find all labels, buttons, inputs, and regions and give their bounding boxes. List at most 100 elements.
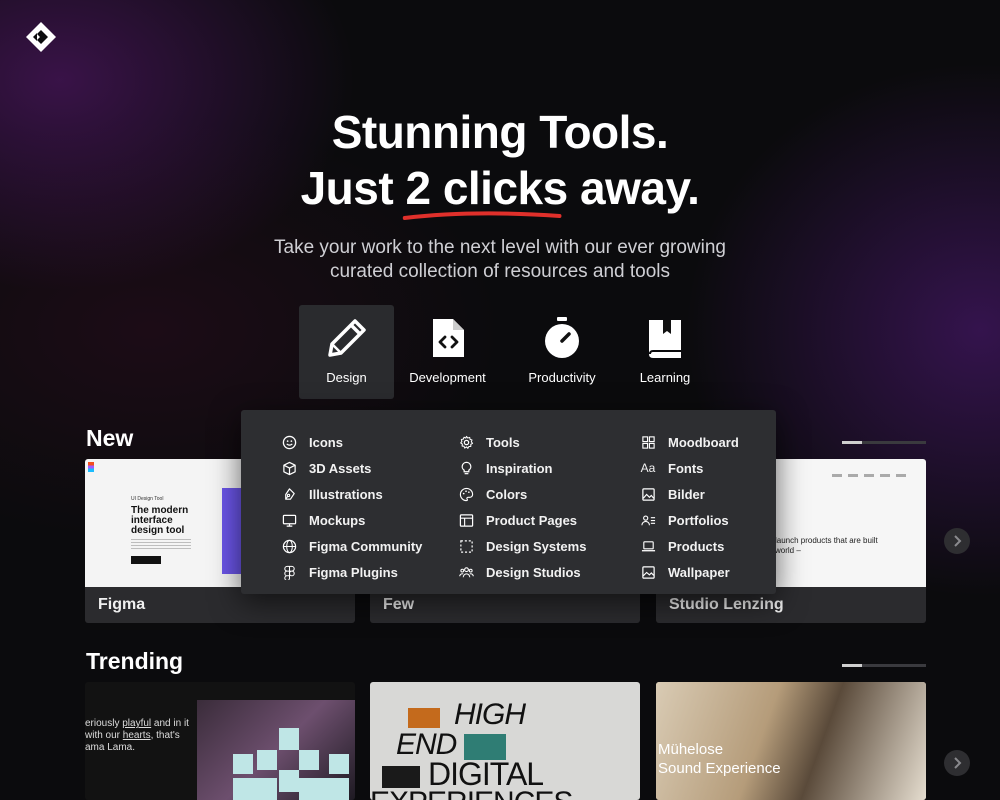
stopwatch-icon (545, 317, 579, 358)
menu-item-fonts[interactable]: Aa Fonts (640, 455, 739, 481)
trending-pager[interactable] (842, 664, 926, 667)
trend1-text-a: eriously (85, 718, 123, 729)
dropdown-column-3: Moodboard Aa Fonts Bilder Portfolios Prod… (640, 429, 739, 585)
tab-development-label: Development (409, 370, 486, 385)
chevron-right-icon (954, 757, 962, 769)
pencil-icon (327, 319, 366, 357)
menu-item-moodboard[interactable]: Moodboard (640, 429, 739, 455)
hero-highlight-word: 2 clicks (403, 160, 568, 220)
pen-tool-icon (284, 487, 295, 500)
menu-item-portfolios[interactable]: Portfolios (640, 507, 739, 533)
laptop-icon (641, 540, 655, 551)
menu-item-bilder[interactable]: Bilder (640, 481, 739, 507)
hero-title: Stunning Tools. Just 2 clicks away. (0, 104, 1000, 220)
image-icon (641, 487, 655, 501)
trending-next-button[interactable] (944, 750, 970, 776)
dashed-square-icon (459, 539, 473, 553)
figma-thumb-button (131, 556, 161, 564)
menu-item-bilder-label: Bilder (668, 486, 705, 502)
tab-design[interactable]: Design (299, 305, 394, 399)
brand-logo-icon[interactable] (24, 20, 58, 54)
menu-item-portfolios-label: Portfolios (668, 512, 729, 528)
menu-item-illustrations[interactable]: Illustrations (281, 481, 422, 507)
menu-item-fonts-label: Fonts (668, 460, 704, 476)
user-list-icon (640, 515, 655, 525)
menu-item-tools-label: Tools (486, 434, 520, 450)
menu-item-icons-label: Icons (309, 434, 343, 450)
hero-title-part-c: away. (567, 162, 700, 214)
section-title-new: New (86, 425, 134, 451)
hero-subtitle: Take your work to the next level with ou… (274, 237, 726, 282)
figma-logo-icon (88, 462, 94, 472)
menu-item-tools[interactable]: Tools (458, 429, 586, 455)
trend3-line2: Sound Experience (658, 760, 781, 777)
menu-item-colors-label: Colors (486, 486, 528, 502)
menu-item-products[interactable]: Products (640, 533, 739, 559)
category-tabs: Design Development Productivity Learning (299, 305, 707, 399)
menu-item-design-systems[interactable]: Design Systems (458, 533, 586, 559)
trend1-pixel-logo-icon (233, 728, 349, 800)
trend3-line1: Mühelose (658, 741, 724, 758)
menu-item-3d-assets[interactable]: 3D Assets (281, 455, 422, 481)
hero: Stunning Tools. Just 2 clicks away. Take… (0, 104, 1000, 284)
new-pager[interactable] (842, 441, 926, 444)
menu-item-icons[interactable]: Icons (281, 429, 422, 455)
hero-title-line1: Stunning Tools. (331, 106, 669, 158)
monitor-icon (282, 514, 296, 527)
menu-item-design-studios[interactable]: Design Studios (458, 559, 586, 585)
trend3-thumb-text: Mühelose Sound Experience (658, 740, 781, 778)
menu-item-product-pages[interactable]: Product Pages (458, 507, 586, 533)
trending-pager-thumb (842, 664, 862, 667)
red-underline-icon (403, 211, 562, 220)
card-trending-1[interactable]: eriously playful and in it with our hear… (85, 682, 355, 800)
users-icon (458, 566, 474, 577)
layout-icon (459, 513, 473, 527)
menu-item-product-pages-label: Product Pages (486, 512, 578, 528)
chevron-right-icon (954, 535, 962, 547)
grid-icon (641, 435, 655, 449)
card-trending-3[interactable]: Mühelose Sound Experience (656, 682, 926, 800)
lightbulb-icon (461, 461, 471, 474)
trend1-text-b: playful (122, 718, 152, 729)
section-title-trending: Trending (86, 648, 184, 674)
menu-item-moodboard-label: Moodboard (668, 434, 739, 450)
new-next-button[interactable] (944, 528, 970, 554)
dropdown-column-2: Tools Inspiration Colors Product Pages D… (458, 429, 586, 585)
hero-title-part-b: 2 clicks (405, 162, 568, 214)
code-file-icon (432, 319, 464, 357)
globe-icon (282, 539, 296, 553)
menu-item-mockups[interactable]: Mockups (281, 507, 422, 533)
figma-thumb-paragraph (131, 539, 191, 549)
smiley-icon (282, 435, 296, 449)
menu-item-wallpaper-label: Wallpaper (668, 564, 730, 580)
trend2-thumb-image-dark (382, 766, 420, 788)
dropdown-column-1: Icons 3D Assets Illustrations Mockups Fi… (281, 429, 422, 585)
card-trending-2[interactable]: HIGH END DIGITAL EXPERIENCES (370, 682, 640, 800)
font-aa-icon: Aa (640, 461, 656, 475)
menu-item-mockups-label: Mockups (309, 512, 366, 528)
lenzing-thumb-text: launch products that are built world – (775, 536, 878, 555)
trend1-thumb-text: eriously playful and in it with our hear… (85, 718, 195, 754)
hero-title-part-a: Just (300, 162, 406, 214)
menu-item-wallpaper[interactable]: Wallpaper (640, 559, 739, 585)
menu-item-inspiration-label: Inspiration (486, 460, 553, 476)
menu-item-design-studios-label: Design Studios (486, 564, 581, 580)
cube-icon (282, 461, 296, 475)
tab-productivity[interactable]: Productivity (501, 305, 623, 399)
menu-item-figma-plugins-label: Figma Plugins (309, 564, 398, 580)
palette-icon (459, 487, 473, 501)
menu-item-figma-community-label: Figma Community (309, 538, 423, 554)
menu-item-3d-assets-label: 3D Assets (309, 460, 372, 476)
tab-development[interactable]: Development (394, 305, 501, 399)
trend2-line4: EXPERIENCES (370, 786, 573, 800)
lenzing-thumb-nav (832, 474, 912, 477)
menu-item-colors[interactable]: Colors (458, 481, 586, 507)
book-icon (649, 320, 681, 358)
menu-item-figma-community[interactable]: Figma Community (281, 533, 422, 559)
tab-learning[interactable]: Learning (623, 305, 707, 399)
menu-item-figma-plugins[interactable]: Figma Plugins (281, 559, 422, 585)
menu-item-inspiration[interactable]: Inspiration (458, 455, 586, 481)
tab-design-label: Design (326, 370, 367, 385)
wallpaper-icon (641, 565, 655, 579)
figma-icon (283, 565, 295, 580)
